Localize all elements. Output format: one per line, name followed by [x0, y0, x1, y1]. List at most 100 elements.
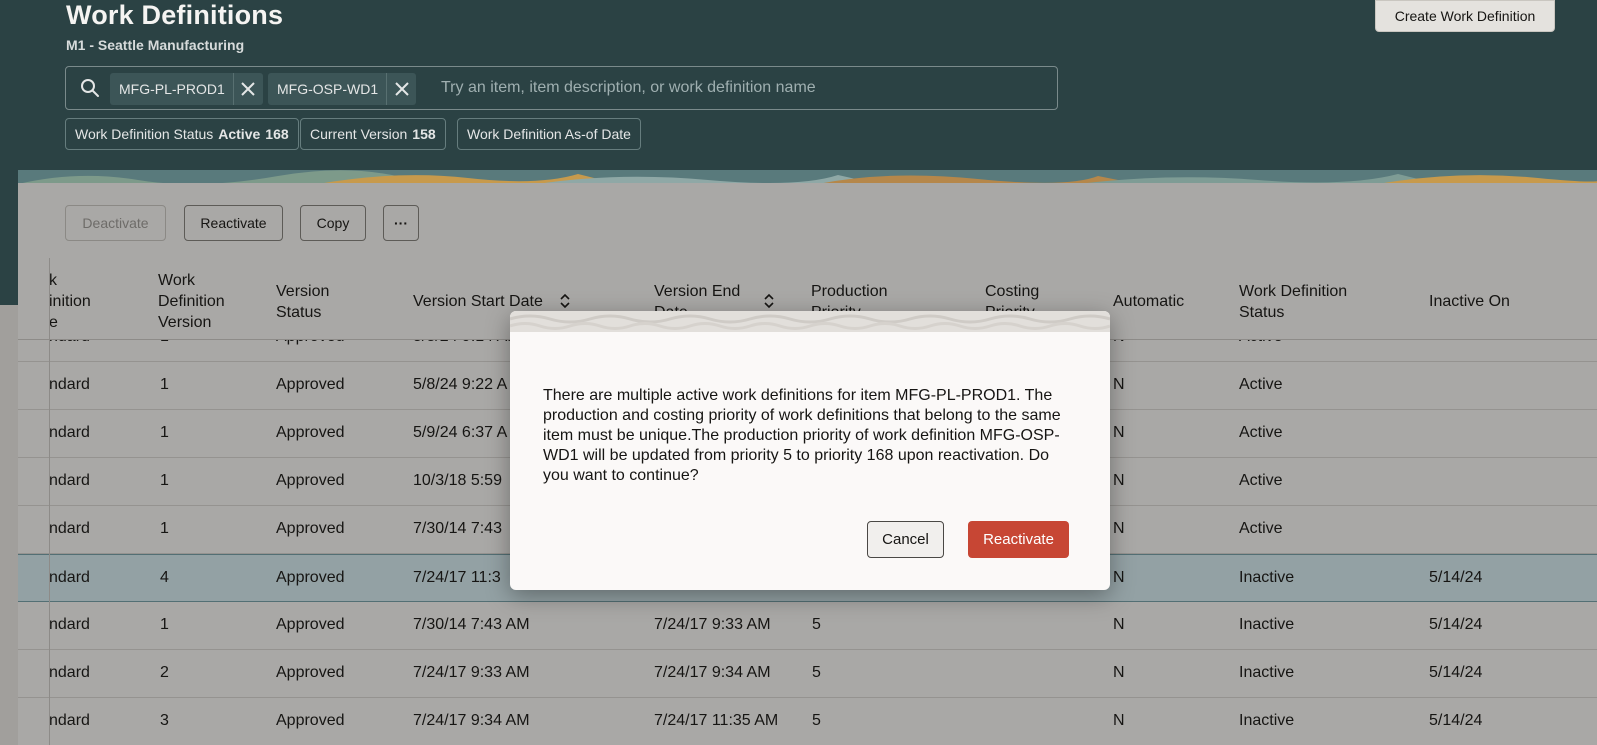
- cell-version-status: Approved: [276, 664, 345, 681]
- column-header-start-date[interactable]: Version Start Date: [413, 291, 543, 312]
- reactivate-confirmation-dialog: There are multiple active work definitio…: [510, 311, 1110, 590]
- cell-start-date: 10/3/18 5:59: [413, 472, 502, 489]
- cell-status: Inactive: [1239, 616, 1295, 633]
- sort-icon[interactable]: [559, 292, 571, 310]
- cell-version-status: Approved: [276, 424, 345, 441]
- cell-status: Inactive: [1239, 664, 1295, 681]
- table-row[interactable]: ndard 3 Approved 7/24/17 9:34 AM 7/24/17…: [18, 698, 1597, 745]
- search-chip-work-definition[interactable]: MFG-OSP-WD1: [268, 73, 417, 105]
- cell-version-status: Approved: [276, 712, 345, 729]
- cell-type: ndard: [49, 472, 90, 489]
- cell-type: ndard: [49, 712, 90, 729]
- column-header-text: Work: [158, 272, 196, 289]
- cell-version-status: Approved: [276, 616, 345, 633]
- cell-status: Inactive: [1239, 569, 1295, 586]
- cell-start-date: 5/8/24 9:22 A: [413, 376, 508, 393]
- cell-end-date: 7/24/17 9:33 AM: [654, 616, 771, 633]
- cell-automatic: N: [1113, 712, 1125, 729]
- search-chip-label: MFG-OSP-WD1: [277, 81, 379, 97]
- column-header-automatic[interactable]: Automatic: [1113, 291, 1184, 312]
- column-header-text: Version: [276, 283, 330, 300]
- cell-inactive-on: 5/14/24: [1429, 616, 1483, 633]
- cell-inactive-on: 5/14/24: [1429, 712, 1483, 729]
- column-header-text: Definition: [158, 293, 225, 310]
- column-header-text: e: [49, 314, 58, 331]
- column-header-production-priority[interactable]: Production Priority: [811, 281, 888, 313]
- table-row[interactable]: ndard 2 Approved 7/24/17 9:33 AM 7/24/17…: [18, 650, 1597, 698]
- cell-version: 2: [160, 664, 169, 681]
- cell-version-status: Approved: [276, 472, 345, 489]
- search-bar[interactable]: MFG-PL-PROD1 MFG-OSP-WD1 Try an item, it…: [65, 66, 1058, 110]
- cell-start-date: 5/9/24 6:37 A: [413, 424, 508, 441]
- deactivate-button[interactable]: Deactivate: [65, 205, 166, 241]
- decorative-banner: [18, 170, 1597, 184]
- filter-label: Current Version: [310, 126, 408, 142]
- cell-production-priority: 5: [812, 616, 821, 633]
- column-header-type[interactable]: k inition e: [49, 270, 91, 333]
- column-header-work-definition-status[interactable]: Work Definition Status: [1239, 281, 1347, 323]
- column-header-version[interactable]: Work Definition Version: [158, 270, 225, 333]
- cell-version-status: Approved: [276, 376, 345, 393]
- cell-automatic: N: [1113, 520, 1125, 537]
- search-input[interactable]: Try an item, item description, or work d…: [441, 79, 816, 97]
- cell-production-priority: 5: [812, 712, 821, 729]
- cell-automatic: N: [1113, 424, 1125, 441]
- column-header-inactive-on[interactable]: Inactive On: [1429, 291, 1510, 312]
- cell-version: 1: [160, 376, 169, 393]
- sort-icon[interactable]: [763, 292, 775, 310]
- cell-version: 1: [160, 424, 169, 441]
- column-header-text: Work Definition: [1239, 283, 1348, 300]
- table-row[interactable]: ndard 1 Approved 7/30/14 7:43 AM 7/24/17…: [18, 602, 1597, 650]
- cell-start-date: 7/24/17 9:33 AM: [413, 664, 530, 681]
- dialog-message: There are multiple active work definitio…: [543, 387, 1061, 484]
- column-header-costing-priority[interactable]: Costing Priority: [985, 281, 1039, 313]
- cell-type: ndard: [49, 569, 90, 586]
- cell-type: ndard: [49, 424, 90, 441]
- cell-start-date: 7/30/14 7:43: [413, 520, 502, 537]
- remove-chip-icon[interactable]: [232, 73, 263, 105]
- search-chip-item[interactable]: MFG-PL-PROD1: [110, 73, 263, 105]
- cell-start-date: 7/30/14 7:43 AM: [413, 616, 530, 633]
- cell-production-priority: 5: [812, 664, 821, 681]
- cell-inactive-on: 5/14/24: [1429, 569, 1483, 586]
- filter-work-definition-status[interactable]: Work Definition Status Active 168: [65, 118, 299, 150]
- remove-chip-icon[interactable]: [386, 73, 416, 105]
- column-header-version-status[interactable]: Version Status: [276, 281, 329, 323]
- more-actions-button[interactable]: ···: [383, 205, 419, 241]
- column-header-text: Status: [276, 304, 322, 321]
- cell-version-status: Approved: [276, 520, 345, 537]
- column-header-text: Automatic: [1113, 293, 1185, 310]
- cell-automatic: N: [1113, 472, 1125, 489]
- cell-end-date: 7/24/17 11:35 AM: [654, 712, 778, 729]
- filter-as-of-date[interactable]: Work Definition As-of Date: [457, 118, 641, 150]
- column-header-text: k: [49, 272, 57, 289]
- reactivate-toolbar-button[interactable]: Reactivate: [184, 205, 283, 241]
- copy-button[interactable]: Copy: [300, 205, 366, 241]
- filter-count: 158: [412, 126, 436, 142]
- column-header-text: inition: [49, 293, 91, 310]
- search-chip-label: MFG-PL-PROD1: [119, 81, 225, 97]
- cell-inactive-on: 5/14/24: [1429, 664, 1483, 681]
- cell-status: Active: [1239, 376, 1283, 393]
- column-header-text: Version Start Date: [413, 293, 543, 310]
- filter-current-version[interactable]: Current Version 158: [300, 118, 446, 150]
- cell-end-date: 7/24/17 9:34 AM: [654, 664, 771, 681]
- column-header-text: Version End: [654, 283, 741, 300]
- column-header-text: Inactive On: [1429, 293, 1510, 310]
- filter-label: Work Definition As-of Date: [467, 126, 631, 142]
- cell-automatic: N: [1113, 569, 1125, 586]
- column-header-text: Production: [811, 283, 888, 300]
- cell-type: ndard: [49, 376, 90, 393]
- cell-type: ndard: [49, 616, 90, 633]
- cell-version: 4: [160, 569, 169, 586]
- create-work-definition-button[interactable]: Create Work Definition: [1375, 0, 1555, 32]
- column-header-end-date[interactable]: Version End Date: [654, 281, 740, 313]
- cell-version: 3: [160, 712, 169, 729]
- cell-type: ndard: [49, 520, 90, 537]
- cell-status: Inactive: [1239, 712, 1295, 729]
- cell-version: 1: [160, 472, 169, 489]
- confirm-reactivate-button[interactable]: Reactivate: [968, 521, 1069, 558]
- cancel-button[interactable]: Cancel: [867, 521, 944, 558]
- cell-start-date: 7/24/17 11:3: [413, 569, 501, 586]
- cell-status: Active: [1239, 424, 1283, 441]
